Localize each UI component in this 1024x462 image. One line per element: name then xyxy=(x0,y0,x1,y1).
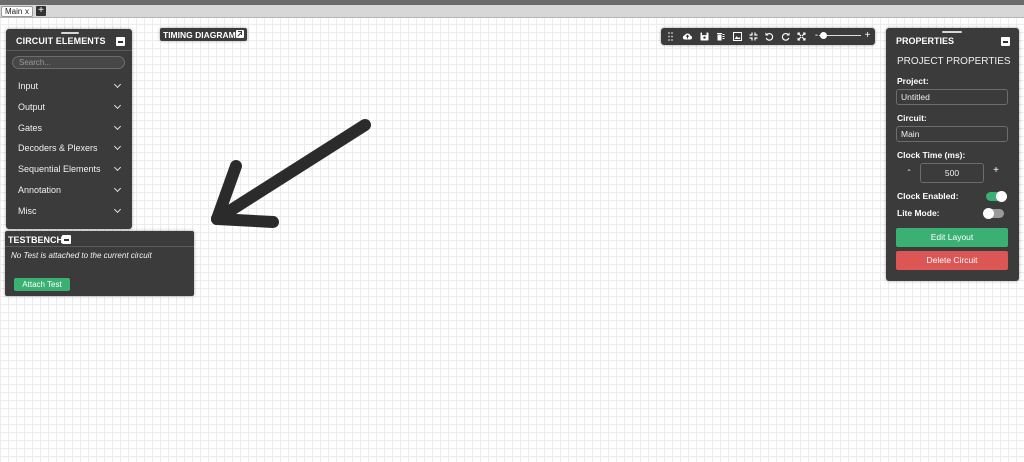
testbench-title: TESTBENCH xyxy=(8,235,64,245)
category-label: Decoders & Plexers xyxy=(18,143,98,153)
category-label: Output xyxy=(18,102,46,112)
circuit-elements-panel: CIRCUIT ELEMENTS Search... Input Output … xyxy=(6,29,132,229)
chevron-down-icon xyxy=(113,122,122,131)
attach-test-button[interactable]: Attach Test xyxy=(14,278,70,291)
clock-enabled-toggle[interactable] xyxy=(986,191,1007,202)
chevron-down-icon xyxy=(113,205,122,214)
undo-icon[interactable] xyxy=(764,31,775,42)
category-gates[interactable]: Gates xyxy=(6,118,132,138)
toggle-knob xyxy=(996,191,1007,202)
chevron-down-icon xyxy=(113,163,122,172)
divider xyxy=(5,246,194,247)
project-label: Project: xyxy=(897,76,929,86)
properties-panel: PROPERTIES PROJECT PROPERTIES Project: U… xyxy=(886,28,1019,281)
chevron-down-icon xyxy=(113,184,122,193)
zoom-in-button[interactable]: + xyxy=(862,30,873,41)
fullscreen-icon[interactable] xyxy=(796,31,807,42)
panel-drag-handle[interactable] xyxy=(942,31,962,33)
chevron-down-icon xyxy=(113,80,122,89)
category-misc[interactable]: Misc xyxy=(6,201,132,221)
clock-time-label: Clock Time (ms): xyxy=(897,150,966,160)
toolbar: - + xyxy=(661,28,875,45)
properties-title: PROPERTIES xyxy=(896,36,955,46)
minimize-icon[interactable] xyxy=(116,37,125,46)
lite-mode-label: Lite Mode: xyxy=(897,208,940,218)
circuit-elements-title: CIRCUIT ELEMENTS xyxy=(16,36,106,46)
save-icon[interactable] xyxy=(699,31,710,42)
category-annotation[interactable]: Annotation xyxy=(6,180,132,200)
category-input[interactable]: Input xyxy=(6,76,132,96)
minimize-icon[interactable] xyxy=(1001,37,1010,46)
panel-drag-handle[interactable] xyxy=(61,32,79,34)
lite-mode-toggle[interactable] xyxy=(983,208,1004,219)
project-properties-heading: PROJECT PROPERTIES xyxy=(897,56,1011,67)
clock-decrement-button[interactable]: - xyxy=(904,165,914,176)
fit-center-icon[interactable] xyxy=(748,31,759,42)
category-label: Annotation xyxy=(18,185,62,195)
category-label: Sequential Elements xyxy=(18,164,101,174)
chevron-down-icon xyxy=(113,142,122,151)
chevron-down-icon xyxy=(113,101,122,110)
category-decoders-plexers[interactable]: Decoders & Plexers xyxy=(6,138,132,158)
clock-enabled-label: Clock Enabled: xyxy=(897,191,959,201)
download-image-icon[interactable] xyxy=(732,31,743,42)
expand-icon[interactable] xyxy=(236,30,244,38)
drag-icon[interactable] xyxy=(665,31,676,42)
minimize-icon[interactable] xyxy=(62,235,71,244)
category-label: Gates xyxy=(18,123,43,133)
testbench-message: No Test is attached to the current circu… xyxy=(11,251,152,260)
circuit-label: Circuit: xyxy=(897,113,927,123)
delete-icon[interactable] xyxy=(715,31,726,42)
divider xyxy=(6,50,132,51)
edit-layout-button[interactable]: Edit Layout xyxy=(896,228,1008,247)
timing-diagram-title: TIMING DIAGRAM xyxy=(163,30,236,40)
testbench-panel: TESTBENCH No Test is attached to the cur… xyxy=(5,231,194,296)
redo-icon[interactable] xyxy=(780,31,791,42)
timing-diagram-panel[interactable]: TIMING DIAGRAM xyxy=(160,28,247,41)
toggle-knob xyxy=(983,208,994,219)
category-output[interactable]: Output xyxy=(6,97,132,117)
delete-circuit-button[interactable]: Delete Circuit xyxy=(896,251,1008,270)
search-input[interactable]: Search... xyxy=(12,56,125,69)
cloud-upload-icon[interactable] xyxy=(682,31,693,42)
category-label: Input xyxy=(18,81,39,91)
project-name-field[interactable]: Untitled xyxy=(896,89,1008,105)
category-sequential-elements[interactable]: Sequential Elements xyxy=(6,159,132,179)
circuit-name-field[interactable]: Main xyxy=(896,126,1008,142)
clock-time-field[interactable]: 500 xyxy=(920,163,984,183)
category-label: Misc xyxy=(18,206,37,216)
clock-increment-button[interactable]: + xyxy=(991,165,1001,176)
